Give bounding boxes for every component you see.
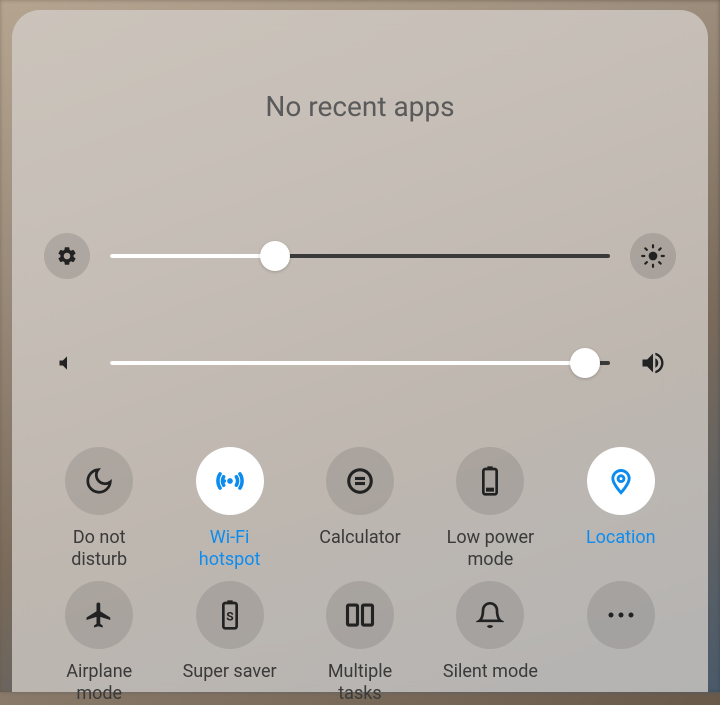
tile-dnd[interactable]: Do not disturb	[44, 447, 154, 571]
tile-label: Do not disturb	[71, 527, 127, 571]
tile-hotspot[interactable]: Wi-Fi hotspot	[174, 447, 284, 571]
quick-tiles-grid: Do not disturb Wi-Fi hotspot Calculator …	[44, 447, 676, 705]
tile-label: Multiple tasks	[328, 661, 392, 705]
hotspot-icon	[196, 447, 264, 515]
tile-label: Silent mode	[443, 661, 538, 705]
volume-row	[44, 349, 676, 377]
brightness-high-icon[interactable]	[630, 233, 676, 279]
location-pin-icon	[587, 447, 655, 515]
battery-low-icon	[456, 447, 524, 515]
tile-label: Low power mode	[447, 527, 535, 571]
svg-text:S: S	[226, 609, 233, 623]
tile-label: Location	[586, 527, 656, 571]
volume-low-icon	[44, 353, 90, 373]
tile-airplane[interactable]: Airplane mode	[44, 581, 154, 705]
volume-high-icon	[630, 349, 676, 377]
tile-label: Super saver	[183, 661, 277, 705]
tile-label: Airplane mode	[66, 661, 132, 705]
brightness-slider[interactable]	[110, 254, 610, 258]
tile-more[interactable]	[566, 581, 676, 705]
recent-apps-title: No recent apps	[44, 10, 676, 123]
tile-multitask[interactable]: Multiple tasks	[305, 581, 415, 705]
bell-icon	[456, 581, 524, 649]
airplane-icon	[65, 581, 133, 649]
settings-icon[interactable]	[44, 233, 90, 279]
split-screen-icon	[326, 581, 394, 649]
volume-slider[interactable]	[110, 361, 610, 365]
brightness-row	[44, 233, 676, 279]
tile-label: Calculator	[319, 527, 400, 571]
battery-saver-icon: S	[196, 581, 264, 649]
tile-location[interactable]: Location	[566, 447, 676, 571]
more-icon	[587, 581, 655, 649]
tile-silent[interactable]: Silent mode	[435, 581, 545, 705]
tile-supersaver[interactable]: S Super saver	[174, 581, 284, 705]
moon-icon	[65, 447, 133, 515]
tile-calculator[interactable]: Calculator	[305, 447, 415, 571]
tile-lowpower[interactable]: Low power mode	[435, 447, 545, 571]
calculator-icon	[326, 447, 394, 515]
quick-settings-panel: No recent apps	[12, 10, 708, 692]
tile-label: Wi-Fi hotspot	[199, 527, 261, 571]
